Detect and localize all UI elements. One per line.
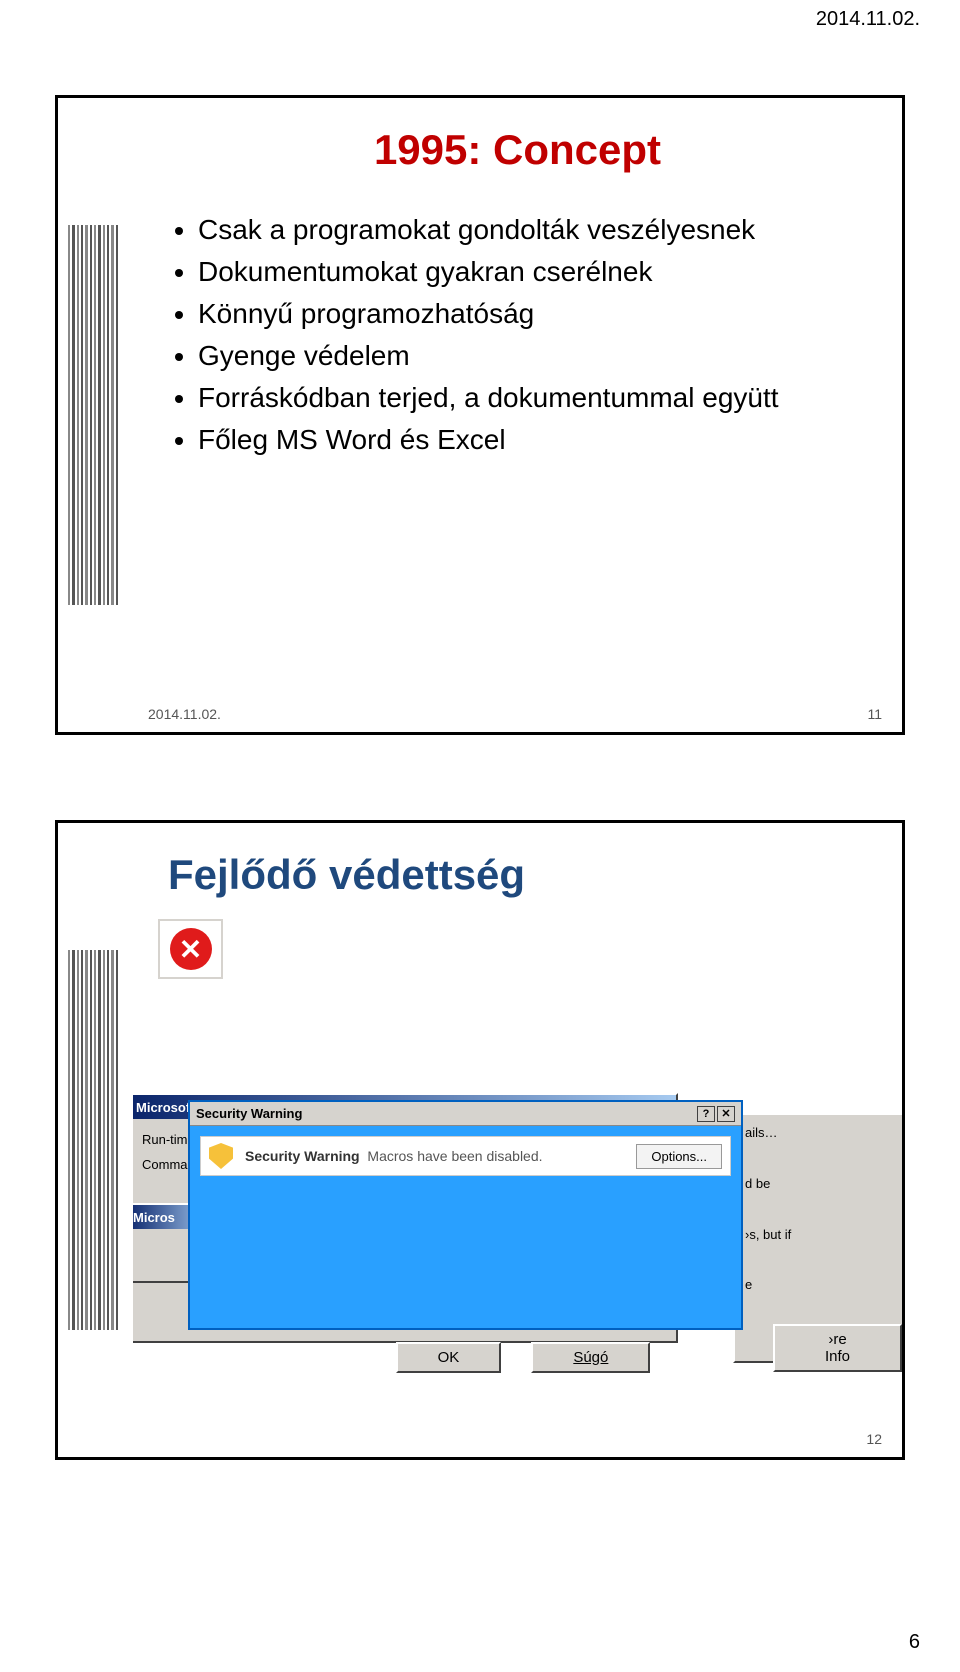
more-info-button[interactable]: ›re Info [773,1324,902,1372]
slide-number: 12 [866,1431,882,1447]
bullet-item: Gyenge védelem [198,335,877,377]
slide-2: Fejlődő védettség Microsoft \ Run-time e… [55,820,905,1460]
bullet-item: Könnyű programozhatóság [198,293,877,335]
slide-sidebar-graphic [58,823,128,1457]
slide-title: 1995: Concept [158,126,877,174]
bullet-item: Forráskódban terjed, a dokumentummal egy… [198,377,877,419]
help-titlebar-button[interactable]: ? [697,1106,715,1122]
slide-1: 1995: Concept Csak a programokat gondolt… [55,95,905,735]
bullet-item: Dokumentumokat gyakran cserélnek [198,251,877,293]
bullet-list: Csak a programokat gondolták veszélyesne… [198,209,877,461]
fragment-text: ails… [745,1123,896,1144]
bullet-item: Csak a programokat gondolták veszélyesne… [198,209,877,251]
bullet-item: Főleg MS Word és Excel [198,419,877,461]
error-icon-box: ✕ [158,919,223,979]
security-message: Security Warning Macros have been disabl… [245,1148,624,1164]
slide-number: 11 [867,706,882,722]
page-header-date: 2014.11.02. [816,8,920,31]
security-message-bar: Security Warning Macros have been disabl… [200,1136,731,1176]
ok-button[interactable]: OK [396,1342,502,1373]
slide-title: Fejlődő védettség [168,851,877,899]
shield-icon [209,1143,233,1169]
slide-sidebar-graphic [58,98,128,732]
options-button[interactable]: Options... [636,1144,722,1169]
help-button-label: Súgó [573,1349,608,1366]
dialog-title: Security Warning [196,1106,302,1121]
dialog-security-warning: Security Warning ? ✕ Security Warning Ma… [188,1100,743,1330]
dialog-button-row: OK Súgó [283,1337,763,1377]
help-button[interactable]: Súgó [531,1342,650,1373]
dialog-title: Micros [133,1210,175,1225]
page-number: 6 [909,1631,920,1654]
slide-footer-date: 2014.11.02. [148,706,221,722]
fragment-text: d be [745,1174,896,1195]
fragment-text: e [745,1275,896,1296]
fragment-text: ›s, but if [745,1225,896,1246]
error-x-icon: ✕ [170,928,212,970]
close-titlebar-button[interactable]: ✕ [717,1106,735,1122]
